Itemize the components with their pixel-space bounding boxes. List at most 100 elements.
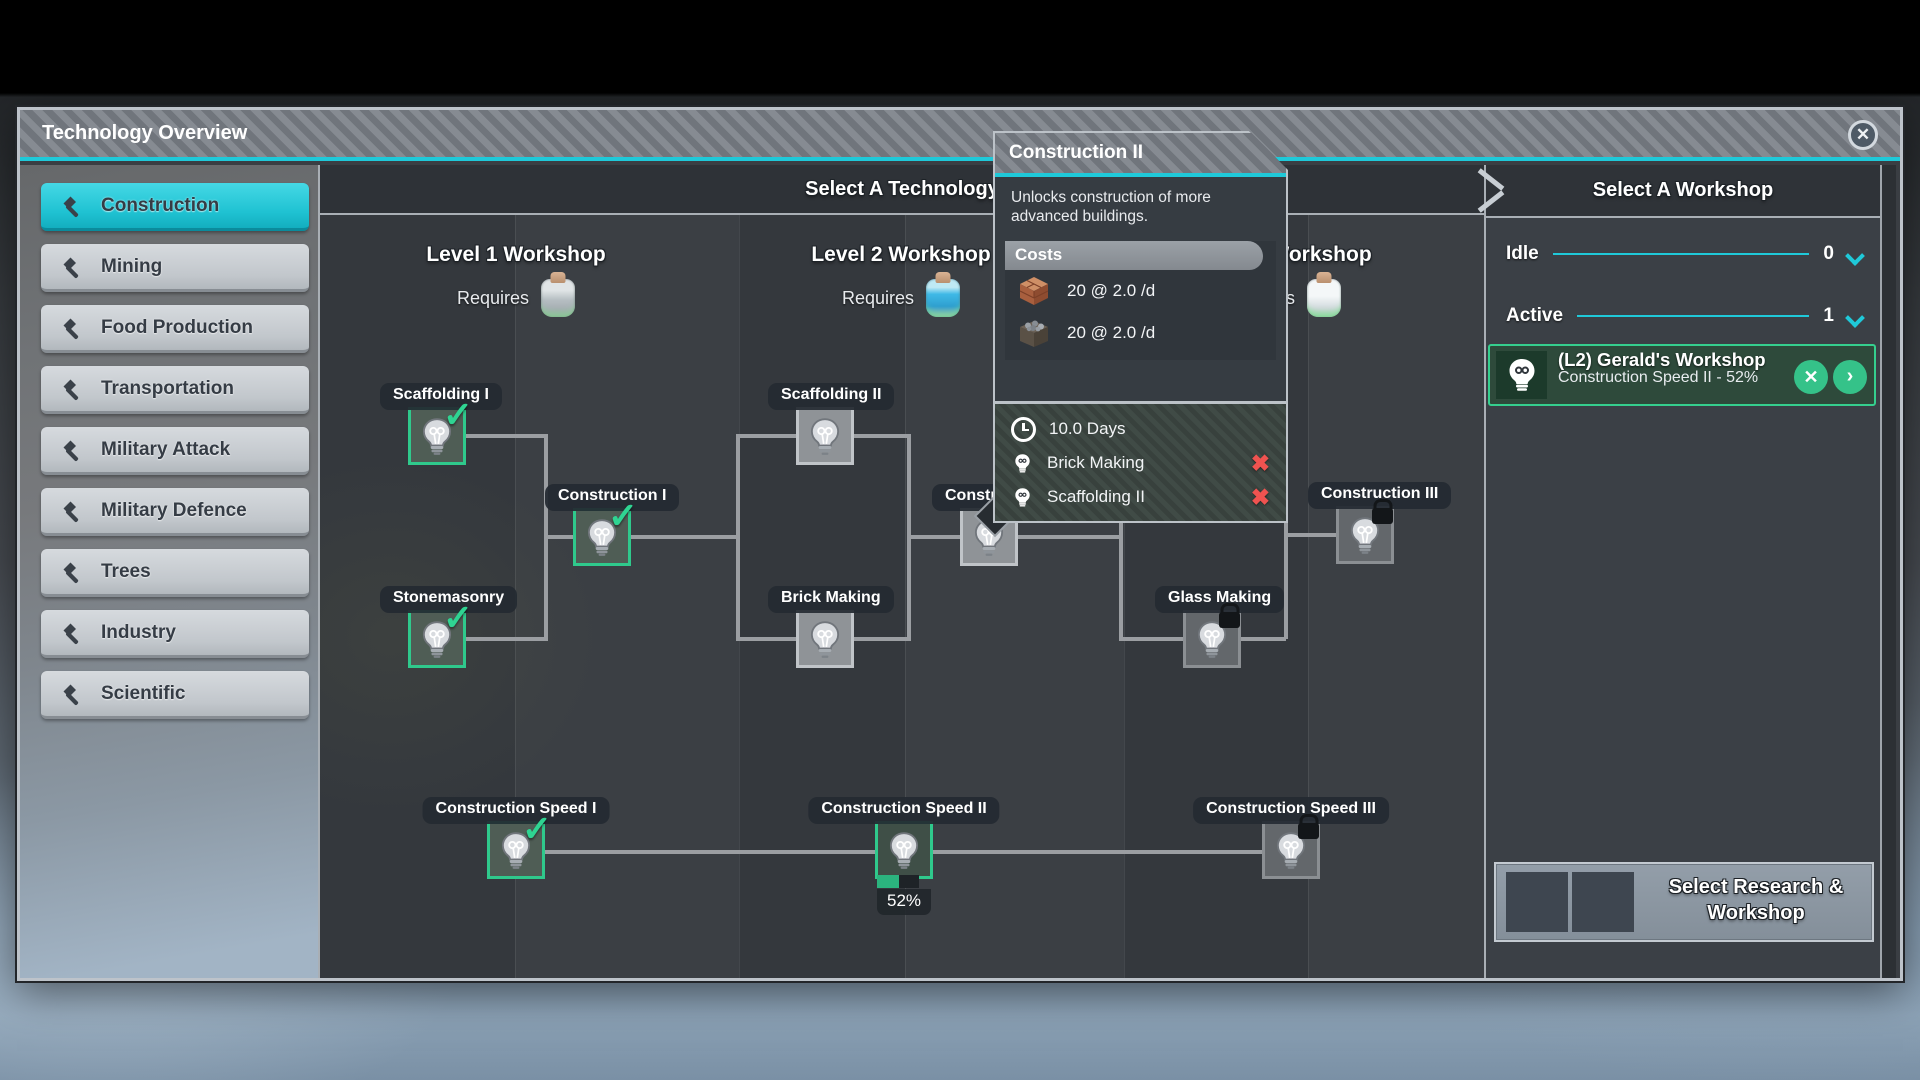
research-slot-placeholder bbox=[1506, 872, 1568, 932]
connector-line bbox=[1284, 533, 1336, 537]
tech-node-scaffolding-1[interactable]: Scaffolding I ✓ bbox=[380, 383, 502, 465]
column-header-level-1: Level 1 Workshop Requires bbox=[366, 243, 666, 317]
active-workshops-dropdown[interactable]: Active 1 bbox=[1506, 303, 1862, 329]
select-research-workshop-bar: Select Research & Workshop bbox=[1494, 862, 1874, 942]
hammer-icon bbox=[63, 379, 79, 401]
technology-overview-dialog: Technology Overview ✕ Construction Minin… bbox=[17, 107, 1903, 981]
sidebar-item-construction[interactable]: Construction bbox=[41, 183, 309, 231]
bulb-icon bbox=[810, 418, 840, 456]
connector-line bbox=[466, 637, 546, 641]
research-jar-level-1-icon bbox=[541, 279, 576, 317]
tech-header-title: Select A Technology bbox=[805, 177, 999, 200]
idle-count: 0 bbox=[1823, 243, 1834, 264]
sidebar-item-mining[interactable]: Mining bbox=[41, 244, 309, 292]
window-title: Technology Overview bbox=[42, 122, 248, 144]
popup-description: Unlocks construction of more advanced bu… bbox=[1011, 189, 1211, 225]
hammer-icon bbox=[63, 257, 79, 279]
tech-node-scaffolding-2[interactable]: Scaffolding II bbox=[768, 383, 895, 465]
connector-line bbox=[1241, 637, 1286, 641]
tech-node-construction-speed-3[interactable]: Construction Speed III bbox=[1193, 797, 1389, 879]
tech-node-stonemasonry[interactable]: Stonemasonry ✓ bbox=[380, 586, 518, 668]
close-icon: ✕ bbox=[1855, 125, 1871, 144]
workshop-remove-button[interactable]: ✕ bbox=[1794, 360, 1828, 394]
completed-check-icon: ✓ bbox=[442, 597, 473, 638]
tech-node-brick-making[interactable]: Brick Making bbox=[768, 586, 894, 668]
bulb-icon bbox=[1014, 453, 1031, 473]
research-progress-percent: 52% bbox=[877, 889, 931, 915]
workshop-goto-button[interactable]: › bbox=[1833, 360, 1867, 394]
workshop-panel: Select A Workshop Idle 0 Active 1 (L2) G… bbox=[1486, 165, 1880, 978]
connector-line bbox=[736, 434, 796, 438]
tech-node-glass-making[interactable]: Glass Making bbox=[1155, 586, 1285, 668]
connector-line bbox=[736, 637, 796, 641]
hammer-icon bbox=[63, 501, 79, 523]
cost-row-bricks: 20 @ 2.0 /d bbox=[1005, 270, 1276, 312]
completed-check-icon: ✓ bbox=[442, 394, 473, 435]
sidebar-item-label: Military Defence bbox=[101, 499, 247, 521]
construction-2-tooltip: Construction II Unlocks construction of … bbox=[993, 131, 1288, 523]
workshop-card-geralds-workshop[interactable]: (L2) Gerald's Workshop Construction Spee… bbox=[1488, 344, 1876, 406]
workshop-panel-header: Select A Workshop bbox=[1486, 165, 1880, 218]
sidebar-item-label: Construction bbox=[101, 194, 220, 216]
technology-tree-area: Select A Technology Level 1 Workshop Req… bbox=[320, 165, 1486, 978]
prerequisite-row-scaffolding-2: Scaffolding II ✖ bbox=[995, 480, 1286, 514]
completed-check-icon: ✓ bbox=[521, 808, 552, 849]
connector-line bbox=[631, 535, 738, 539]
connector-line bbox=[736, 434, 740, 641]
title-bar: Technology Overview ✕ bbox=[20, 110, 1900, 161]
lock-icon bbox=[1372, 508, 1393, 524]
sidebar-item-military-defence[interactable]: Military Defence bbox=[41, 488, 309, 536]
workshop-slot-placeholder bbox=[1572, 872, 1634, 932]
footer-hint: Select Research & Workshop bbox=[1668, 876, 1844, 924]
panel-scroll-track bbox=[1880, 165, 1896, 978]
costs-banner: Costs bbox=[1005, 240, 1263, 270]
sidebar-item-label: Military Attack bbox=[101, 438, 231, 460]
close-button[interactable]: ✕ bbox=[1848, 120, 1878, 150]
workshop-card-title: (L2) Gerald's Workshop bbox=[1558, 349, 1766, 370]
connector-line bbox=[854, 637, 909, 641]
chevron-down-icon bbox=[1848, 309, 1862, 323]
popup-costs-section: Costs 20 @ 2.0 /d 20 @ 2.0 /d bbox=[1005, 240, 1276, 360]
research-jar-level-2-icon bbox=[926, 279, 961, 317]
clock-icon bbox=[1011, 416, 1036, 442]
lock-icon bbox=[1298, 823, 1319, 839]
workshop-card-subtitle: Construction Speed II - 52% bbox=[1558, 369, 1759, 386]
bulb-icon bbox=[810, 621, 840, 659]
tech-node-construction-speed-1[interactable]: Construction Speed I ✓ bbox=[422, 797, 610, 879]
hammer-icon bbox=[63, 562, 79, 584]
sidebar-item-transportation[interactable]: Transportation bbox=[41, 366, 309, 414]
connector-line bbox=[854, 434, 909, 438]
hammer-icon bbox=[63, 684, 79, 706]
connector-line bbox=[1018, 535, 1121, 539]
sidebar-item-label: Food Production bbox=[101, 316, 253, 338]
completed-check-icon: ✓ bbox=[607, 495, 638, 536]
tech-node-construction-speed-2[interactable]: Construction Speed II bbox=[808, 797, 1000, 879]
hammer-icon bbox=[63, 318, 79, 340]
tech-node-construction-1[interactable]: Construction I ✓ bbox=[545, 484, 680, 566]
sidebar-item-trees[interactable]: Trees bbox=[41, 549, 309, 597]
sidebar-item-label: Scientific bbox=[101, 682, 186, 704]
sidebar-item-food-production[interactable]: Food Production bbox=[41, 305, 309, 353]
sidebar-item-label: Transportation bbox=[101, 377, 235, 399]
idle-workshops-dropdown[interactable]: Idle 0 bbox=[1506, 241, 1862, 267]
hammer-icon bbox=[63, 196, 79, 218]
bulb-icon bbox=[1014, 487, 1031, 507]
tech-area-header: Select A Technology bbox=[320, 165, 1484, 215]
research-jar-level-3-icon bbox=[1307, 279, 1342, 317]
tech-node-construction-3[interactable]: Construction III bbox=[1308, 482, 1452, 564]
connector-line bbox=[907, 535, 960, 539]
active-count: 1 bbox=[1823, 305, 1834, 326]
connector-line bbox=[1119, 637, 1183, 641]
progress-fill bbox=[877, 875, 899, 888]
chevron-right-icon bbox=[1472, 169, 1502, 213]
not-met-icon: ✖ bbox=[1250, 483, 1270, 510]
cost-row-stone: 20 @ 2.0 /d bbox=[1005, 312, 1276, 354]
sidebar-item-industry[interactable]: Industry bbox=[41, 610, 309, 658]
stone-rubble-icon bbox=[1020, 320, 1048, 347]
popup-header: Construction II bbox=[995, 133, 1286, 177]
prerequisite-row-brick-making: Brick Making ✖ bbox=[995, 446, 1286, 480]
sidebar-item-scientific[interactable]: Scientific bbox=[41, 671, 309, 719]
sidebar-item-military-attack[interactable]: Military Attack bbox=[41, 427, 309, 475]
research-progress-bar bbox=[877, 875, 919, 888]
sidebar-item-label: Trees bbox=[101, 560, 151, 582]
